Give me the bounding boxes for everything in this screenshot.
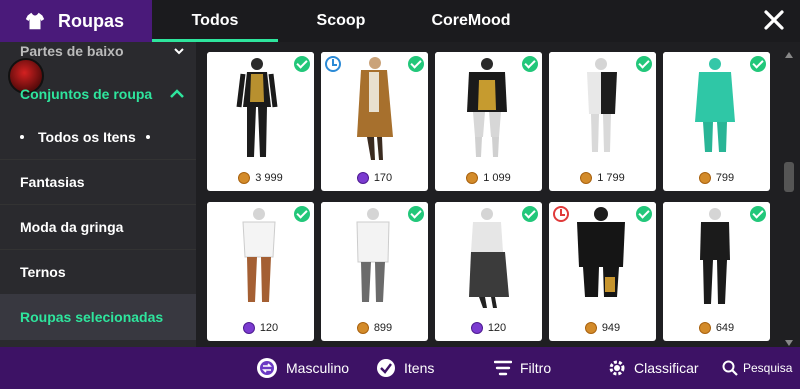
- sidebar-item-fantasias[interactable]: Fantasias: [0, 159, 196, 204]
- search-label: Pesquisa: [743, 361, 793, 375]
- scroll-down-icon[interactable]: [785, 340, 793, 346]
- outfit-card[interactable]: 1 799: [549, 52, 656, 191]
- category-sidebar: Partes de baixo Conjuntos de roupa Todos…: [0, 42, 196, 347]
- coin-icon: [698, 322, 711, 334]
- coin-icon: [238, 172, 251, 184]
- timer-clock-icon: [325, 56, 341, 72]
- chevron-down-icon: [174, 47, 184, 54]
- search-icon: [722, 360, 738, 376]
- outfit-card[interactable]: 120: [207, 202, 314, 341]
- price-label: 120: [207, 319, 314, 337]
- price-label: 649: [663, 319, 770, 337]
- coin-icon: [584, 322, 597, 334]
- outfit-card[interactable]: 899: [321, 202, 428, 341]
- search-button[interactable]: Pesquisa: [722, 347, 792, 389]
- outfit-card[interactable]: 949: [549, 202, 656, 341]
- tab-coremood[interactable]: CoreMood: [404, 0, 538, 42]
- owned-check-icon: [750, 206, 766, 222]
- sidebar-item-moda-da-gringa[interactable]: Moda da gringa: [0, 204, 196, 249]
- owned-check-icon: [294, 206, 310, 222]
- grid-scrollbar[interactable]: [783, 52, 795, 346]
- gear-icon: [609, 360, 625, 376]
- section-title: Roupas: [58, 10, 125, 31]
- sidebar-item-conjuntos-de-roupa[interactable]: Conjuntos de roupa: [0, 71, 196, 116]
- gender-swap-icon: [257, 358, 277, 378]
- price-label: 1 799: [549, 169, 656, 187]
- sidebar-item-ternos[interactable]: Ternos: [0, 249, 196, 294]
- coin-icon: [356, 322, 369, 334]
- outfit-card[interactable]: 170: [321, 52, 428, 191]
- owned-check-icon: [408, 206, 424, 222]
- tab-scoop[interactable]: Scoop: [278, 0, 404, 42]
- outfit-card[interactable]: 649: [663, 202, 770, 341]
- owned-check-icon: [294, 56, 310, 72]
- sidebar-item-label: Todos os Itens: [38, 128, 136, 145]
- owned-check-icon: [636, 206, 652, 222]
- coin-icon: [466, 172, 479, 184]
- outfit-grid: 3 999 170 1 099 1 799 799 120 899 120 94…: [196, 42, 782, 347]
- filter-button[interactable]: Filtro: [494, 347, 551, 389]
- price-label: 120: [435, 319, 542, 337]
- bullet-icon: [145, 134, 150, 139]
- sidebar-item-todos-os-itens[interactable]: Todos os Itens: [0, 114, 196, 159]
- filter-icon: [494, 360, 512, 376]
- app-root: Roupas Todos Scoop CoreMood Partes de ba…: [0, 0, 800, 389]
- close-icon[interactable]: [762, 8, 786, 32]
- coin-icon: [698, 172, 711, 184]
- bottom-toolbar: Masculino Itens Filtro Classificar Pesqu…: [0, 347, 800, 389]
- check-circle-icon: [377, 359, 395, 377]
- price-label: 3 999: [207, 169, 314, 187]
- outfit-card[interactable]: 1 099: [435, 52, 542, 191]
- owned-check-icon: [522, 56, 538, 72]
- price-label: 170: [321, 169, 428, 187]
- owned-check-icon: [750, 56, 766, 72]
- scroll-thumb[interactable]: [784, 162, 794, 192]
- sidebar-item-label: Conjuntos de roupa: [20, 85, 153, 102]
- price-label: 899: [321, 319, 428, 337]
- sidebar-item-roupas-selecionadas[interactable]: Roupas selecionadas: [0, 294, 196, 340]
- coin-icon: [580, 172, 593, 184]
- scroll-up-icon[interactable]: [785, 52, 793, 58]
- bullet-icon: [20, 134, 24, 139]
- sidebar-item-label: Partes de baixo: [20, 42, 124, 59]
- chevron-up-icon: [170, 88, 184, 98]
- outfit-card[interactable]: 120: [435, 202, 542, 341]
- sort-button[interactable]: Classificar: [608, 347, 699, 389]
- price-label: 1 099: [435, 169, 542, 187]
- sort-label: Classificar: [634, 360, 699, 376]
- top-bar: Roupas Todos Scoop CoreMood: [0, 0, 800, 42]
- gem-icon: [470, 322, 483, 334]
- gem-icon: [242, 322, 255, 334]
- filter-label: Filtro: [520, 360, 552, 376]
- timer-clock-icon: [553, 206, 569, 222]
- items-toggle-button[interactable]: Itens: [376, 347, 434, 389]
- gem-icon: [356, 172, 369, 184]
- items-label: Itens: [404, 360, 435, 376]
- shirt-icon: [25, 12, 45, 30]
- section-header: Roupas: [0, 0, 152, 42]
- gender-label: Masculino: [286, 360, 350, 376]
- tab-todos[interactable]: Todos: [152, 0, 278, 42]
- gender-toggle-button[interactable]: Masculino: [256, 347, 349, 389]
- price-label: 799: [663, 169, 770, 187]
- price-label: 949: [549, 319, 656, 337]
- outfit-card[interactable]: 3 999: [207, 52, 314, 191]
- outfit-card[interactable]: 799: [663, 52, 770, 191]
- owned-check-icon: [636, 56, 652, 72]
- owned-check-icon: [408, 56, 424, 72]
- owned-check-icon: [522, 206, 538, 222]
